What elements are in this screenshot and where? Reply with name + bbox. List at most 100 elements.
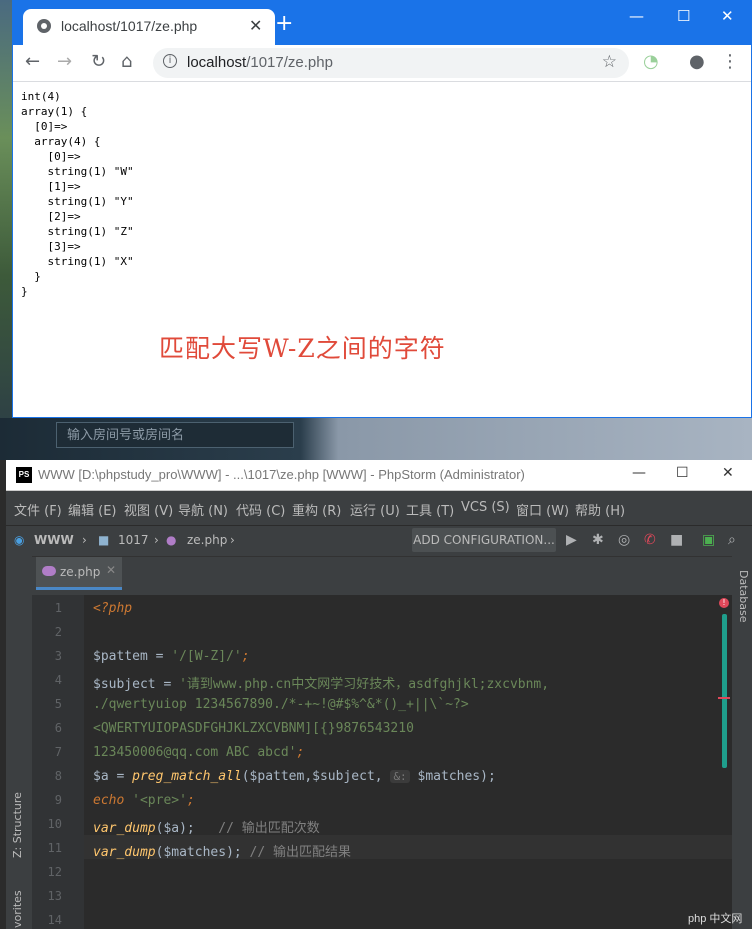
- forward-icon[interactable]: →: [57, 52, 72, 72]
- browser-toolbar: ← → ↻ ⌂ i localhost/1017/ze.php ☆ ◔ ● ⋮: [13, 45, 751, 82]
- output-line: [0]=>: [47, 150, 81, 163]
- code-line-3[interactable]: $pattem = '/[W-Z]/';: [93, 649, 250, 664]
- profile-icon[interactable]: ●: [689, 52, 705, 72]
- bookmark-star-icon[interactable]: ☆: [602, 52, 617, 72]
- project-icon: ◉: [14, 533, 25, 547]
- room-search-input[interactable]: 输入房间号或房间名: [56, 422, 294, 448]
- breadcrumb-separator-icon: ›: [82, 533, 87, 547]
- left-tool-strip: Z: Structure vorites: [6, 556, 32, 929]
- code-args: ($pattem,$subject,: [241, 769, 391, 784]
- output-line: string(1) "Z": [47, 225, 134, 238]
- breadcrumb-project[interactable]: WWW: [34, 533, 74, 547]
- menu-refactor[interactable]: 重构 (R): [292, 500, 341, 519]
- code-line-9[interactable]: echo '<pre>';: [93, 793, 195, 808]
- editor-scrollbar[interactable]: [722, 614, 727, 768]
- code-op: =: [155, 677, 180, 692]
- favorites-panel-tab[interactable]: vorites: [11, 890, 24, 928]
- menu-view[interactable]: 视图 (V): [124, 500, 173, 519]
- back-icon[interactable]: ←: [25, 52, 40, 72]
- code-editor[interactable]: 1 2 3 4 5 6 7 8 9 10 11 12 13 14 <?php $pattem = '/[W…: [32, 595, 732, 929]
- minimize-icon[interactable]: —: [629, 7, 644, 25]
- menu-code[interactable]: 代码 (C): [236, 500, 285, 519]
- code-line-6[interactable]: <QWERTYUIOPASDFGHJKLZXCVBNM][{}987654321…: [93, 721, 414, 736]
- address-bar[interactable]: i localhost/1017/ze.php ☆: [153, 48, 629, 78]
- code-line-5[interactable]: ./qwertyuiop 1234567890./*-+~!@#$%^&*()_…: [93, 697, 469, 712]
- close-tab-icon[interactable]: ✕: [106, 563, 116, 577]
- ide-close-icon[interactable]: ✕: [722, 465, 734, 481]
- extension-icon[interactable]: ◔: [643, 52, 659, 72]
- stop-icon[interactable]: ■: [670, 532, 683, 548]
- code-line-4[interactable]: $subject = '请到www.php.cn中文网学习好技术，asdfghj…: [93, 673, 549, 692]
- breadcrumb-file[interactable]: ze.php: [187, 533, 227, 547]
- close-tab-icon[interactable]: ✕: [249, 16, 262, 35]
- page-output: int(4) array(1) { [0]=> array(4) { [0]=>…: [21, 89, 134, 299]
- error-indicator-icon[interactable]: !: [719, 598, 729, 608]
- add-configuration-button[interactable]: ADD CONFIGURATION...: [412, 528, 556, 552]
- output-line: array(4) {: [34, 135, 101, 148]
- menu-run[interactable]: 运行 (U): [350, 500, 400, 519]
- code-string: <QWERTYUIOPASDFGHJKLZXCVBNM][{}987654321…: [93, 721, 414, 736]
- code-var: $subject: [93, 677, 156, 692]
- line-number: 6: [54, 721, 62, 735]
- output-line: int(4): [21, 90, 61, 103]
- search-icon[interactable]: ⌕: [728, 532, 736, 548]
- line-number: 11: [47, 841, 62, 855]
- browser-tab[interactable]: localhost/1017/ze.php ✕: [23, 9, 275, 45]
- maximize-icon[interactable]: ☐: [677, 7, 690, 25]
- run-icon[interactable]: ▶: [566, 532, 577, 548]
- ide-title: WWW [D:\phpstudy_pro\WWW] - ...\1017\ze.…: [38, 467, 525, 482]
- url-text[interactable]: localhost/1017/ze.php: [187, 54, 333, 71]
- menu-file[interactable]: 文件 (F): [14, 500, 62, 519]
- code-line-1[interactable]: <?php: [93, 601, 132, 616]
- breadcrumb-folder[interactable]: 1017: [118, 533, 149, 547]
- listen-debug-icon[interactable]: ✆: [644, 532, 656, 548]
- menu-help[interactable]: 帮助 (H): [575, 500, 625, 519]
- var-dump-output: int(4) array(1) { [0]=> array(4) { [0]=>…: [21, 89, 134, 299]
- output-line: [3]=>: [47, 240, 81, 253]
- coverage-icon[interactable]: ◎: [618, 532, 630, 548]
- menu-edit[interactable]: 编辑 (E): [68, 500, 117, 519]
- output-line: }: [34, 270, 41, 283]
- output-line: array(1) {: [21, 105, 88, 118]
- file-tab-ze-php[interactable]: ze.php ✕: [36, 557, 122, 590]
- new-tab-icon[interactable]: +: [275, 13, 293, 35]
- code-op: =: [108, 769, 133, 784]
- output-line: string(1) "Y": [47, 195, 134, 208]
- ide-minimize-icon[interactable]: —: [632, 465, 646, 481]
- output-line: }: [21, 285, 28, 298]
- reload-icon[interactable]: ↻: [91, 52, 106, 72]
- menu-tools[interactable]: 工具 (T): [406, 500, 454, 519]
- ide-titlebar: PS WWW [D:\phpstudy_pro\WWW] - ...\1017\…: [6, 460, 752, 491]
- terminal-icon[interactable]: ▣: [702, 532, 715, 548]
- error-marker[interactable]: [718, 697, 730, 699]
- code-args: $matches);: [409, 769, 496, 784]
- debug-icon[interactable]: ✱: [592, 532, 604, 548]
- menu-window[interactable]: 窗口 (W): [516, 500, 569, 519]
- code-op: =: [147, 649, 172, 664]
- code-string: '请到www.php.cn中文网学习好技术，asdfghjkl;zxcvbnm,: [179, 677, 550, 692]
- close-window-icon[interactable]: ✕: [721, 7, 734, 25]
- parameter-hint: &:: [390, 770, 410, 783]
- output-line: [1]=>: [47, 180, 81, 193]
- menu-vcs[interactable]: VCS (S): [461, 500, 510, 515]
- desktop-edge: [0, 0, 12, 460]
- database-panel-tab[interactable]: Database: [737, 570, 750, 623]
- structure-panel-tab[interactable]: Z: Structure: [11, 792, 24, 858]
- code-line-8[interactable]: $a = preg_match_all($pattem,$subject, &:…: [93, 769, 496, 784]
- right-tool-strip: Database: [732, 556, 752, 929]
- code-line-11[interactable]: var_dump($matches); // 输出匹配结果: [93, 841, 351, 860]
- info-icon[interactable]: i: [163, 54, 177, 68]
- browser-titlebar: localhost/1017/ze.php ✕ + — ☐ ✕: [13, 1, 751, 45]
- php-file-icon: ●: [166, 533, 177, 547]
- menu-icon[interactable]: ⋮: [721, 52, 739, 72]
- home-icon[interactable]: ⌂: [121, 52, 132, 72]
- code-line-7[interactable]: 123450006@qq.com ABC abcd';: [93, 745, 304, 760]
- line-number: 8: [54, 769, 62, 783]
- code-semicolon: ;: [241, 649, 250, 664]
- line-number: 4: [54, 673, 62, 687]
- code-function: preg_match_all: [132, 769, 242, 784]
- code-line-10[interactable]: var_dump($a); // 输出匹配次数: [93, 817, 320, 836]
- menu-navigate[interactable]: 导航 (N): [178, 500, 228, 519]
- ide-maximize-icon[interactable]: ☐: [676, 465, 689, 481]
- php-file-icon: [42, 566, 56, 576]
